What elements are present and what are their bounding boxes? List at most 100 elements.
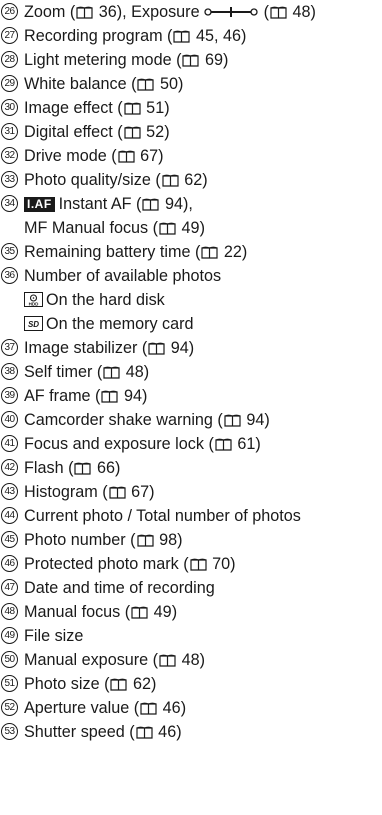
- item-label: ): [176, 723, 182, 741]
- book-reference-icon: [131, 606, 148, 619]
- item-label: ), Exposure: [116, 3, 200, 21]
- page-ref: 94: [166, 339, 189, 357]
- svg-text:HDD: HDD: [29, 301, 39, 306]
- legend-subitem: HDD On the hard disk: [0, 288, 382, 312]
- book-reference-icon: [142, 198, 160, 211]
- book-reference-icon: [124, 126, 141, 139]
- page-ref: 69: [200, 51, 223, 69]
- item-label: ),: [182, 195, 193, 213]
- item-number: 39: [1, 387, 18, 404]
- page-ref: 66: [92, 459, 115, 477]
- legend-item: 42 Flash ( 66): [0, 456, 382, 480]
- item-number: 29: [1, 75, 18, 92]
- instant-af-icon: I.AF: [24, 197, 55, 212]
- item-label: Recording program (: [24, 27, 173, 45]
- item-text: Shutter speed ( 46): [24, 720, 182, 744]
- item-label: Protected photo mark (: [24, 555, 189, 573]
- legend-item: 51 Photo size ( 62): [0, 672, 382, 696]
- item-number: 30: [1, 99, 18, 116]
- item-label: Image stabilizer (: [24, 339, 148, 357]
- book-reference-icon: [148, 342, 165, 355]
- item-label: Manual exposure (: [24, 651, 159, 669]
- book-reference-icon: [215, 438, 232, 451]
- page-ref: 50: [155, 75, 178, 93]
- item-number: 32: [1, 147, 18, 164]
- legend-item: 52 Aperture value ( 46): [0, 696, 382, 720]
- page-ref: 48: [177, 651, 200, 669]
- item-label: ): [171, 603, 178, 621]
- item-number: 41: [1, 435, 18, 452]
- item-number: 40: [1, 411, 18, 428]
- item-number: 38: [1, 363, 18, 380]
- item-label: On the memory card: [46, 315, 194, 333]
- item-text: File size: [24, 624, 83, 648]
- book-reference-icon: [101, 390, 119, 403]
- item-label: Histogram (: [24, 483, 108, 501]
- book-reference-icon: [140, 702, 157, 715]
- item-text: Aperture value ( 46): [24, 696, 186, 720]
- legend-item: 26 Zoom ( 36), Exposure ( 48): [0, 0, 382, 24]
- item-text: Flash ( 66): [24, 456, 120, 480]
- item-label: ): [188, 339, 195, 357]
- item-label: ): [199, 651, 205, 669]
- item-text: Recording program ( 45, 46): [24, 24, 246, 48]
- item-text: Photo number ( 98): [24, 528, 182, 552]
- item-label: ): [255, 435, 261, 453]
- item-text: Digital effect ( 52): [24, 120, 170, 144]
- item-label: Photo size (: [24, 675, 110, 693]
- item-number: 27: [1, 27, 18, 44]
- legend-item: 36 Number of available photos: [0, 264, 382, 288]
- book-reference-icon: [224, 414, 241, 427]
- item-number: 44: [1, 507, 18, 524]
- item-number: 37: [1, 339, 18, 356]
- item-number: 49: [1, 627, 18, 644]
- item-text: Number of available photos: [24, 264, 221, 288]
- legend-item: 39 AF frame ( 94): [0, 384, 382, 408]
- item-label: Flash (: [24, 459, 74, 477]
- page-ref: 51: [141, 99, 165, 117]
- book-reference-icon: [110, 678, 128, 691]
- hdd-icon: HDD: [24, 292, 43, 307]
- legend-item: 43 Histogram ( 67): [0, 480, 382, 504]
- item-number: 48: [1, 603, 18, 620]
- item-label: Current photo / Total number of photos: [24, 507, 301, 525]
- item-text: Histogram ( 67): [24, 480, 155, 504]
- item-label: (: [263, 3, 269, 21]
- page-ref: 94: [160, 195, 183, 213]
- item-label: Zoom (: [24, 3, 76, 21]
- page-ref: 22: [219, 243, 242, 261]
- item-label: ): [164, 123, 170, 141]
- item-number: 53: [1, 723, 18, 740]
- book-reference-icon: [109, 486, 126, 499]
- item-text: Image effect ( 51): [24, 96, 170, 120]
- item-text: Current photo / Total number of photos: [24, 504, 301, 528]
- book-reference-icon: [124, 102, 141, 115]
- legend-item: 35 Remaining battery time ( 22): [0, 240, 382, 264]
- legend-item: 30 Image effect ( 51): [0, 96, 382, 120]
- item-number: 34: [1, 195, 18, 212]
- item-label: Self timer (: [24, 363, 103, 381]
- item-text: MF Manual focus ( 49): [24, 216, 205, 240]
- item-label: Digital effect (: [24, 123, 123, 141]
- item-text: Drive mode ( 67): [24, 144, 164, 168]
- book-reference-icon: [182, 54, 200, 67]
- page-ref: 62: [128, 675, 151, 693]
- page-ref: 94: [119, 387, 142, 405]
- item-label: ): [240, 27, 247, 45]
- page-ref: 46: [158, 699, 181, 717]
- item-label: ): [158, 147, 164, 165]
- item-label: Instant AF (: [58, 195, 142, 213]
- legend-item: 38 Self timer ( 48): [0, 360, 382, 384]
- item-number: 51: [1, 675, 18, 692]
- item-number: 33: [1, 171, 18, 188]
- item-label: ): [141, 387, 148, 405]
- page-ref: 48: [121, 363, 144, 381]
- item-label: ): [149, 483, 155, 501]
- legend-item: 28 Light metering mode ( 69): [0, 48, 382, 72]
- item-text: White balance ( 50): [24, 72, 183, 96]
- item-label: Remaining battery time (: [24, 243, 201, 261]
- legend-item: 46 Protected photo mark ( 70): [0, 552, 382, 576]
- item-label: MF Manual focus (: [24, 219, 159, 237]
- item-text: Protected photo mark ( 70): [24, 552, 236, 576]
- legend-item: 41 Focus and exposure lock ( 61): [0, 432, 382, 456]
